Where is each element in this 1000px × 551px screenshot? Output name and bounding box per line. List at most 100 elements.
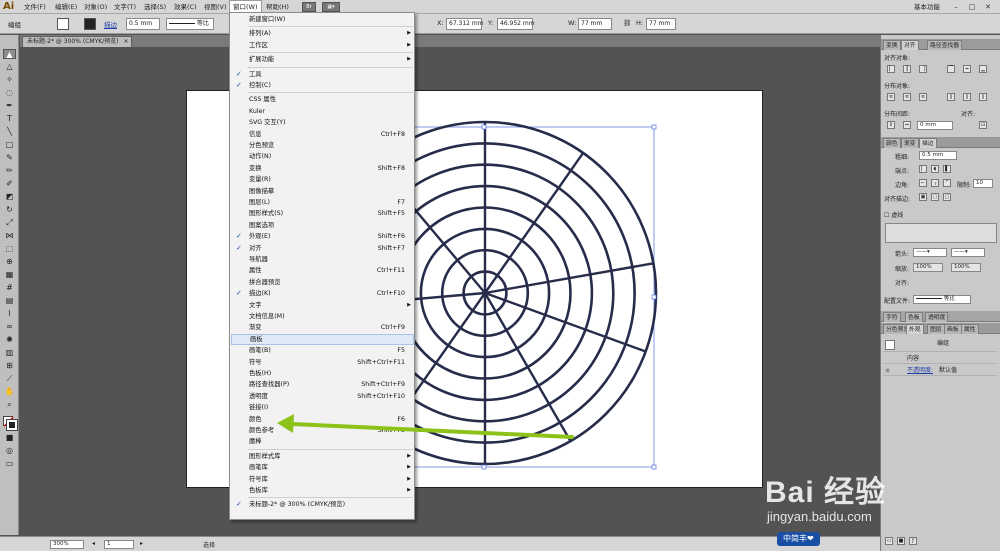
miter-limit-input[interactable]: 10 bbox=[973, 179, 993, 188]
zoom-select[interactable]: 300% bbox=[50, 540, 84, 549]
end-arrowhead-select[interactable]: ——▾ bbox=[951, 248, 985, 257]
align-stroke-outside-icon[interactable]: □ bbox=[943, 193, 951, 201]
spacing-input[interactable]: 0 mm bbox=[917, 121, 953, 130]
window-menu-item[interactable]: ✓ 对齐 Shift+F7 bbox=[231, 243, 414, 254]
window-menu-item[interactable]: ✓ 工具 bbox=[231, 69, 414, 80]
tab-stroke[interactable]: 描边 bbox=[919, 138, 937, 148]
window-menu-item[interactable]: 颜色 F6 bbox=[231, 414, 414, 425]
window-menu-item[interactable]: 排列(A) ▶ bbox=[231, 28, 414, 39]
rectangle-tool-icon[interactable]: □ bbox=[3, 140, 16, 150]
window-menu-item[interactable]: 变量(R) bbox=[231, 174, 414, 185]
screen-mode-icon[interactable]: ▭ bbox=[3, 459, 16, 469]
variable-width-profile[interactable]: 等比 bbox=[166, 18, 214, 30]
perspective-grid-tool-icon[interactable]: ▦ bbox=[3, 270, 16, 280]
align-bottom-icon[interactable]: ▁ bbox=[979, 65, 987, 73]
window-menu-item[interactable]: 图层(L) F7 bbox=[231, 197, 414, 208]
align-left-icon[interactable]: ▏ bbox=[887, 65, 895, 73]
pencil-tool-icon[interactable]: ✏ bbox=[3, 166, 16, 176]
window-menu-item[interactable]: 图形样式(S) Shift+F5 bbox=[231, 208, 414, 219]
stroke-weight-input[interactable]: 0.5 mm bbox=[126, 18, 160, 30]
maximize-icon[interactable]: □ bbox=[966, 2, 978, 12]
window-menu-item[interactable]: 扩展功能 ▶ bbox=[231, 54, 414, 65]
lasso-tool-icon[interactable]: ◌ bbox=[3, 88, 16, 98]
window-menu-item[interactable]: ✓ 描边(K) Ctrl+F10 bbox=[231, 288, 414, 299]
window-menu-item[interactable]: 新建窗口(W) bbox=[231, 14, 414, 25]
width-tool-icon[interactable]: ⋈ bbox=[3, 231, 16, 241]
start-arrowhead-select[interactable]: ——▾ bbox=[913, 248, 947, 257]
end-scale-input[interactable]: 100% bbox=[951, 263, 981, 272]
align-stroke-center-icon[interactable]: ▣ bbox=[919, 193, 927, 201]
visibility-eye-icon[interactable]: ◉ bbox=[885, 365, 890, 376]
bridge-button[interactable]: Br bbox=[302, 2, 316, 12]
miter-join-icon[interactable]: ⌐ bbox=[919, 179, 927, 187]
tab-color[interactable]: 颜色 bbox=[883, 138, 901, 148]
tab-artboards[interactable]: 画板 bbox=[944, 324, 962, 334]
round-join-icon[interactable]: ╭ bbox=[931, 179, 939, 187]
resize-handle[interactable] bbox=[481, 124, 487, 130]
stroke-link[interactable]: 描边 bbox=[104, 19, 117, 29]
space-horizontal-icon[interactable]: ⇔ bbox=[903, 121, 911, 129]
free-transform-tool-icon[interactable]: ⬚ bbox=[3, 244, 16, 254]
menu-object[interactable]: 对象(O) bbox=[84, 0, 107, 14]
bevel-join-icon[interactable]: ⌜ bbox=[943, 179, 951, 187]
resize-handle[interactable] bbox=[651, 464, 657, 470]
slice-tool-icon[interactable]: ⟋ bbox=[3, 374, 16, 384]
projecting-cap-icon[interactable]: ▌ bbox=[943, 165, 951, 173]
window-menu-item[interactable]: 图像描摹 bbox=[231, 186, 414, 197]
concentric-web-artwork[interactable] bbox=[20, 47, 879, 535]
dashed-line-checkbox[interactable]: ☐ 虚线 bbox=[884, 210, 903, 219]
menu-effect[interactable]: 效果(C) bbox=[174, 0, 197, 14]
distribute-top-icon[interactable]: ≡ bbox=[887, 93, 895, 101]
constrain-icon[interactable]: ⛓ bbox=[623, 19, 631, 27]
window-menu-item[interactable]: 色板库 ▶ bbox=[231, 485, 414, 496]
align-hcenter-icon[interactable]: ┃ bbox=[903, 65, 911, 73]
prev-artboard-icon[interactable]: ◂ bbox=[92, 540, 95, 547]
window-menu-item[interactable]: 文字 ▶ bbox=[231, 300, 414, 311]
window-menu-item[interactable]: 魔棒 bbox=[231, 436, 414, 447]
window-menu-item[interactable]: 符号 Shift+Ctrl+F11 bbox=[231, 357, 414, 368]
eraser-tool-icon[interactable]: ◩ bbox=[3, 192, 16, 202]
distribute-left-icon[interactable]: ∥ bbox=[947, 93, 955, 101]
tab-layers[interactable]: 图层 bbox=[927, 324, 945, 334]
align-vcenter-icon[interactable]: ━ bbox=[963, 65, 971, 73]
tab-character[interactable]: 字符 bbox=[883, 312, 901, 322]
window-menu-item[interactable]: 变换 Shift+F8 bbox=[231, 163, 414, 174]
window-menu-item[interactable]: 工作区 ▶ bbox=[231, 40, 414, 51]
window-menu-item[interactable]: 链接(I) bbox=[231, 402, 414, 413]
arrange-documents-button[interactable]: ▦▾ bbox=[322, 2, 340, 12]
height-input[interactable]: 77 mm bbox=[646, 18, 676, 30]
window-menu-item[interactable]: Kuler bbox=[231, 106, 414, 117]
stroke-weight-field[interactable]: 0.5 mm bbox=[919, 151, 957, 160]
window-menu-item[interactable]: 透明度 Shift+Ctrl+F10 bbox=[231, 391, 414, 402]
close-tab-icon[interactable]: × bbox=[124, 37, 129, 47]
canvas-area[interactable] bbox=[20, 47, 879, 535]
scale-tool-icon[interactable]: ⤢ bbox=[3, 218, 16, 228]
resize-handle[interactable] bbox=[651, 294, 657, 300]
tab-gradient[interactable]: 渐变 bbox=[901, 138, 919, 148]
mesh-tool-icon[interactable]: # bbox=[3, 283, 16, 293]
stroke-swatch[interactable] bbox=[84, 18, 96, 30]
hand-tool-icon[interactable]: ✋ bbox=[3, 387, 16, 397]
stroke-indicator-icon[interactable] bbox=[6, 419, 18, 431]
align-stroke-inside-icon[interactable]: ▢ bbox=[931, 193, 939, 201]
window-menu-item[interactable]: 拼合器预览 bbox=[231, 277, 414, 288]
window-menu-item[interactable]: 路径查找器(P) Shift+Ctrl+F9 bbox=[231, 379, 414, 390]
start-scale-input[interactable]: 100% bbox=[913, 263, 943, 272]
workspace-switcher[interactable]: 基本功能 bbox=[914, 0, 940, 14]
window-menu-item[interactable]: 画板 bbox=[231, 333, 414, 345]
align-to-selection-icon[interactable]: ⊡ bbox=[979, 121, 987, 129]
window-menu-item[interactable]: 属性 Ctrl+F11 bbox=[231, 265, 414, 276]
menu-edit[interactable]: 编辑(E) bbox=[55, 0, 77, 14]
profile-select[interactable]: 等比 bbox=[913, 295, 971, 304]
tab-appearance[interactable]: 外观 bbox=[906, 324, 924, 334]
appearance-group-row[interactable]: 编组 bbox=[883, 338, 997, 352]
menu-file[interactable]: 文件(F) bbox=[24, 0, 46, 14]
resize-handle[interactable] bbox=[481, 464, 487, 470]
close-icon[interactable]: ✕ bbox=[982, 2, 994, 12]
x-input[interactable]: 67.312 mm bbox=[446, 18, 484, 30]
tab-swatches[interactable]: 色板 bbox=[905, 312, 923, 322]
window-menu-item[interactable]: SVG 交互(Y) bbox=[231, 117, 414, 128]
window-menu-item[interactable]: 颜色参考 Shift+F3 bbox=[231, 425, 414, 436]
shape-builder-tool-icon[interactable]: ⊕ bbox=[3, 257, 16, 267]
artboard-number-input[interactable]: 1 bbox=[104, 540, 134, 549]
